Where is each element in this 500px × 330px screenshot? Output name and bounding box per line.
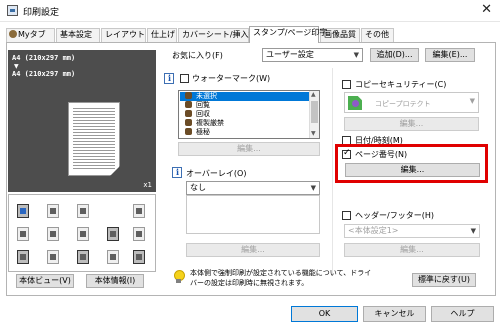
tab-other[interactable]: その他	[361, 28, 394, 42]
scroll-thumb[interactable]	[311, 101, 318, 123]
watermark-edit-button[interactable]: 編集...	[178, 142, 320, 156]
stamp-icon	[185, 128, 192, 135]
printer-app-icon	[7, 5, 18, 16]
preview-page-image	[68, 102, 120, 176]
chevron-down-icon: ▼	[469, 97, 475, 105]
preview-original-size: A4 (210x297 mm)	[12, 54, 76, 62]
output-tray-icon	[17, 250, 29, 264]
header-footer-label: ヘッダー/フッター(H)	[355, 211, 434, 220]
list-item[interactable]: 未選択	[180, 92, 309, 101]
stamp-icon	[185, 110, 192, 117]
tab-finishing[interactable]: 仕上げ	[147, 28, 177, 42]
page-preview: A4 (210x297 mm) ▼ A4 (210x297 mm) x1	[8, 50, 156, 192]
arrow-down-icon: ▼	[14, 63, 19, 70]
stamp-function-icon	[107, 227, 119, 241]
scroll-up-icon[interactable]: ▲	[311, 91, 316, 98]
tab-stamp-page-print[interactable]: スタンプ/ページ印字	[249, 26, 327, 43]
watermark-checkbox[interactable]	[180, 74, 189, 83]
title-bar: 印刷設定 ✕	[0, 0, 500, 22]
help-button[interactable]: ヘルプ	[431, 306, 494, 322]
watermark-label: ウォーターマーク(W)	[192, 74, 271, 83]
copy-security-edit-button[interactable]: 編集...	[344, 117, 479, 131]
header-footer-select[interactable]: <本体設定1> ▼	[344, 224, 480, 238]
favorites-select[interactable]: ユーザー設定 ▼	[262, 48, 363, 62]
punch-icon	[133, 227, 145, 241]
tab-my-tab[interactable]: Myタブ	[6, 28, 55, 42]
tab-cover-sheet[interactable]: カバーシート/挿入紙	[178, 28, 257, 42]
cancel-button[interactable]: キャンセル	[363, 306, 426, 322]
copy-security-checkbox[interactable]	[342, 80, 351, 89]
fold-icon	[133, 250, 145, 264]
list-scrollbar[interactable]: ▲ ▼	[309, 91, 319, 138]
stapler-icon	[133, 204, 145, 218]
proof-print-icon	[107, 250, 119, 264]
list-item[interactable]: 回収	[180, 110, 210, 119]
info-message: 本体側で強制印刷が設定されている機能について、ドライ バーの設定は印刷時に無視さ…	[190, 269, 372, 287]
copy-protect-icon	[348, 96, 362, 110]
stamp-icon	[185, 119, 192, 126]
user-auth-icon	[47, 250, 59, 264]
cover-sheet-icon	[47, 204, 59, 218]
chevron-down-icon: ▼	[310, 184, 316, 192]
section-divider	[332, 68, 333, 274]
list-item[interactable]: 回覧	[180, 101, 210, 110]
list-item[interactable]: 複製厳禁	[180, 119, 224, 128]
info-icon	[164, 73, 174, 84]
preview-output-size: A4 (210x297 mm)	[12, 70, 76, 78]
printer-info-button[interactable]: 本体情報(I)	[86, 274, 144, 288]
copy-security-select[interactable]: コピープロテクト ▼	[344, 92, 479, 113]
stamp-icon	[185, 101, 192, 108]
tab-layout[interactable]: レイアウト	[101, 28, 146, 42]
edit-favorite-button[interactable]: 編集(E)...	[425, 48, 475, 62]
overlay-select[interactable]: なし ▼	[186, 181, 320, 195]
header-footer-checkbox[interactable]	[342, 211, 351, 220]
combine-icon	[47, 227, 59, 241]
overlay-edit-button[interactable]: 編集...	[186, 243, 320, 257]
lightbulb-icon	[173, 270, 185, 284]
list-item[interactable]: 極秘	[180, 128, 210, 137]
preview-copies: x1	[143, 181, 152, 189]
overlay-label: オーバーレイ(O)	[186, 169, 247, 178]
booklet-icon	[77, 227, 89, 241]
close-icon[interactable]: ✕	[481, 2, 492, 17]
highlight-box	[335, 144, 488, 183]
add-favorite-button[interactable]: 追加(D)...	[370, 48, 419, 62]
watermark-list[interactable]: 未選択 回覧 回収 複製厳禁 極秘 ▲ ▼	[178, 90, 320, 139]
overlay-file-area	[186, 195, 320, 234]
duplex-icon	[17, 227, 29, 241]
user-icon	[9, 30, 17, 38]
header-footer-edit-button[interactable]: 編集...	[344, 243, 480, 257]
scroll-down-icon[interactable]: ▼	[311, 130, 316, 137]
tab-basic[interactable]: 基本設定	[56, 28, 100, 42]
function-icon-grid	[8, 194, 156, 272]
stamp-icon	[185, 92, 192, 99]
input-tray-icon	[17, 204, 29, 218]
ok-button[interactable]: OK	[291, 306, 358, 322]
chevron-down-icon: ▼	[353, 51, 359, 59]
secure-print-icon	[77, 250, 89, 264]
info-icon	[172, 167, 182, 178]
printer-view-button[interactable]: 本体ビュー(V)	[16, 274, 74, 288]
tab-strip: Myタブ 基本設定 レイアウト 仕上げ カバーシート/挿入紙 スタンプ/ページ印…	[6, 26, 496, 43]
favorites-label: お気に入り(F)	[172, 51, 223, 60]
insert-sheet-icon	[77, 204, 89, 218]
copy-security-label: コピーセキュリティー(C)	[355, 80, 447, 89]
reset-defaults-button[interactable]: 標準に戻す(U)	[412, 273, 476, 287]
window-title: 印刷設定	[23, 8, 60, 18]
chevron-down-icon: ▼	[470, 227, 476, 235]
